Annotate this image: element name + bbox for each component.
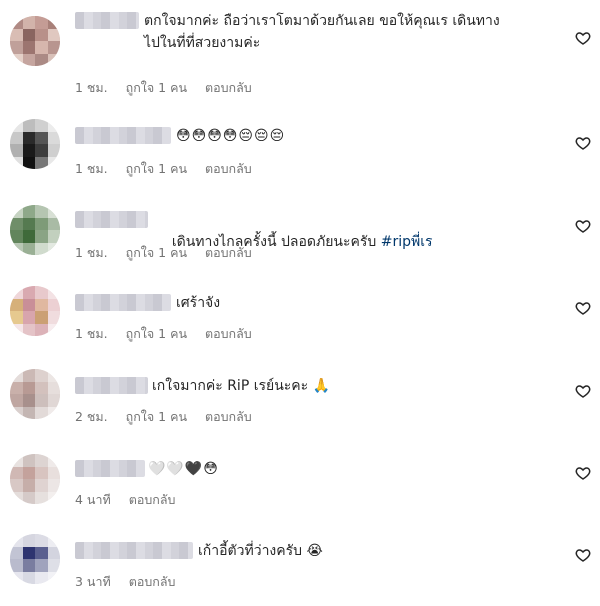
comment-6: 🤍🤍🖤😳 4 นาที ตอบกลับ [0,454,600,518]
reply-button[interactable]: ตอบกลับ [129,490,176,510]
avatar[interactable] [10,16,60,66]
comment-likes[interactable]: ถูกใจ 1 คน [126,324,187,344]
comment-meta: 1 ชม. ถูกใจ 1 คน ตอบกลับ [75,78,252,98]
comment-likes[interactable]: ถูกใจ 1 คน [126,159,187,179]
comment-time: 2 ชม. [75,409,108,424]
reply-button[interactable]: ตอบกลับ [205,243,252,263]
reply-button[interactable]: ตอบกลับ [205,324,252,344]
comment-time: 3 นาที [75,574,111,589]
avatar[interactable] [10,205,60,255]
comment-7: เก้าอี้ตัวที่ว่างครับ 😭 3 นาที ตอบกลับ [0,534,600,600]
avatar[interactable] [10,454,60,504]
comment-time: 1 ชม. [75,161,108,176]
heart-outline-icon[interactable] [575,383,591,399]
comment-5: เกใจมากค่ะ RiP เรย์นะคะ 🙏 2 ชม. ถูกใจ 1 … [0,369,600,435]
username[interactable] [75,377,148,394]
username[interactable] [75,460,145,477]
username[interactable] [75,294,171,311]
reply-button[interactable]: ตอบกลับ [205,78,252,98]
comment-text: เดินทางไกลครั้งนี้ ปลอดภัยนะครับ #ripพี่… [154,209,574,275]
comment-meta: 1 ชม. ถูกใจ 1 คน ตอบกลับ [75,324,252,344]
username[interactable] [75,12,139,29]
avatar[interactable] [10,119,60,169]
heart-outline-icon[interactable] [575,465,591,481]
avatar[interactable] [10,286,60,336]
username[interactable] [75,127,171,144]
comment-meta: 2 ชม. ถูกใจ 1 คน ตอบกลับ [75,407,252,427]
username[interactable] [75,542,193,559]
comment-meta: 1 ชม. ถูกใจ 1 คน ตอบกลับ [75,243,252,263]
comment-4: เศร้าจัง 1 ชม. ถูกใจ 1 คน ตอบกลับ [0,286,600,352]
comment-2: 😳😳😳😳😔😔😔 1 ชม. ถูกใจ 1 คน ตอบกลับ [0,119,600,185]
comment-text: เกใจมากค่ะ RiP เรย์นะคะ 🙏 [152,378,331,394]
reply-button[interactable]: ตอบกลับ [205,407,252,427]
hashtag-link[interactable]: #ripพี่เร [381,234,433,250]
comment-meta: 1 ชม. ถูกใจ 1 คน ตอบกลับ [75,159,252,179]
avatar[interactable] [10,534,60,584]
heart-outline-icon[interactable] [575,135,591,151]
comment-meta: 4 นาที ตอบกลับ [75,490,175,510]
avatar[interactable] [10,369,60,419]
comment-text: เศร้าจัง [176,295,221,311]
comment-time: 1 ชม. [75,326,108,341]
username[interactable] [75,211,148,228]
heart-outline-icon[interactable] [575,30,591,46]
comment-likes[interactable]: ถูกใจ 1 คน [126,243,187,263]
heart-outline-icon[interactable] [575,300,591,316]
comment-time: 1 ชม. [75,245,108,260]
comment-text: 🤍🤍🖤😳 [148,461,219,477]
heart-outline-icon[interactable] [575,218,591,234]
heart-outline-icon[interactable] [575,547,591,563]
comment-text: 😳😳😳😳😔😔😔 [176,128,286,144]
comment-text: ตกใจมากค่ะ ถือว่าเราโตมาด้วยกันเลย ขอให้… [144,13,500,51]
comment-1: ตกใจมากค่ะ ถือว่าเราโตมาด้วยกันเลย ขอให้… [0,10,600,95]
comment-likes[interactable]: ถูกใจ 1 คน [126,407,187,427]
comment-3: เดินทางไกลครั้งนี้ ปลอดภัยนะครับ #ripพี่… [0,205,600,269]
comment-time: 1 ชม. [75,80,108,95]
comment-time: 4 นาที [75,492,111,507]
comment-text: เก้าอี้ตัวที่ว่างครับ 😭 [198,543,323,559]
reply-button[interactable]: ตอบกลับ [129,572,176,592]
comment-meta: 3 นาที ตอบกลับ [75,572,175,592]
reply-button[interactable]: ตอบกลับ [205,159,252,179]
comment-likes[interactable]: ถูกใจ 1 คน [126,78,187,98]
